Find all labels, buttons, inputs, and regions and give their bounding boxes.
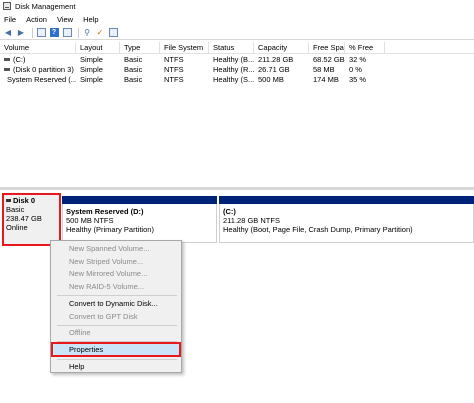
window-title: Disk Management xyxy=(15,1,76,11)
menu-convert-gpt[interactable]: Convert to GPT Disk xyxy=(69,312,138,322)
type-cell: Basic xyxy=(124,74,143,84)
menu-new-striped-volume[interactable]: New Striped Volume... xyxy=(69,257,143,267)
back-arrow-icon[interactable]: ◀ xyxy=(3,28,13,38)
menu-separator xyxy=(57,325,177,326)
volume-name: System Reserved (... xyxy=(7,74,76,84)
menu-view[interactable]: View xyxy=(57,15,73,24)
toolbar-separator xyxy=(78,27,79,38)
capacity-cell: 211.28 GB xyxy=(258,54,294,64)
partition-status: Healthy (Boot, Page File, Crash Dump, Pr… xyxy=(223,225,413,234)
volume-name: (Disk 0 partition 3) xyxy=(13,64,74,74)
status-cell: Healthy (S... xyxy=(213,74,254,84)
partition-label: (C:) xyxy=(223,207,236,216)
capacity-cell: 26.71 GB xyxy=(258,64,290,74)
volume-list-header: Volume Layout Type File System Status Ca… xyxy=(0,42,474,54)
menu-convert-dynamic[interactable]: Convert to Dynamic Disk... xyxy=(69,299,158,309)
partition-label: System Reserved (D:) xyxy=(66,207,144,216)
col-type[interactable]: Type xyxy=(120,42,160,53)
col-capacity[interactable]: Capacity xyxy=(254,42,309,53)
menu-action[interactable]: Action xyxy=(26,15,47,24)
volume-row[interactable]: (C:) Simple Basic NTFS Healthy (B... 211… xyxy=(0,54,474,64)
menu-bar: File Action View Help xyxy=(0,13,474,25)
volume-icon xyxy=(4,57,10,61)
volume-list: Volume Layout Type File System Status Ca… xyxy=(0,42,474,188)
col-status[interactable]: Status xyxy=(209,42,254,53)
volume-icon xyxy=(4,67,10,71)
title-bar: Disk Management xyxy=(0,0,474,12)
col-percent-free[interactable]: % Free xyxy=(345,42,385,53)
menu-separator xyxy=(57,295,177,296)
partition-bar xyxy=(62,196,217,204)
volume-row[interactable]: System Reserved (... Simple Basic NTFS H… xyxy=(0,74,474,84)
partition-size: 500 MB NTFS xyxy=(66,216,114,225)
menu-help[interactable]: Help xyxy=(83,15,98,24)
volume-name: (C:) xyxy=(13,54,26,64)
percent-cell: 35 % xyxy=(349,74,367,84)
graphic-view-icon[interactable] xyxy=(62,28,72,38)
fs-cell: NTFS xyxy=(164,74,184,84)
free-cell: 68.52 GB xyxy=(313,54,345,64)
layout-cell: Simple xyxy=(80,54,103,64)
menu-new-raid5-volume[interactable]: New RAID-5 Volume... xyxy=(69,282,144,292)
fs-cell: NTFS xyxy=(164,54,184,64)
properties-icon[interactable] xyxy=(108,28,118,38)
fs-cell: NTFS xyxy=(164,64,184,74)
menu-offline[interactable]: Offline xyxy=(69,328,91,338)
menu-new-mirrored-volume[interactable]: New Mirrored Volume... xyxy=(69,269,147,279)
status-cell: Healthy (B... xyxy=(213,54,254,64)
free-cell: 58 MB xyxy=(313,64,335,74)
volume-cell: (C:) xyxy=(0,54,76,64)
col-layout[interactable]: Layout xyxy=(76,42,120,53)
disk-management-icon xyxy=(3,2,11,10)
percent-cell: 0 % xyxy=(349,64,362,74)
volume-list-icon[interactable] xyxy=(36,28,46,38)
free-cell: 174 MB xyxy=(313,74,339,84)
checklist-icon[interactable]: ✓ xyxy=(95,28,105,38)
partition-bar xyxy=(219,196,474,204)
volume-row[interactable]: (Disk 0 partition 3) Simple Basic NTFS H… xyxy=(0,64,474,74)
partition-system-reserved[interactable]: System Reserved (D:) 500 MB NTFS Healthy… xyxy=(62,196,217,243)
menu-file[interactable]: File xyxy=(4,15,16,24)
percent-cell: 32 % xyxy=(349,54,367,64)
menu-separator xyxy=(57,359,177,360)
capacity-cell: 500 MB xyxy=(258,74,284,84)
forward-arrow-icon[interactable]: ▶ xyxy=(16,28,26,38)
help-icon[interactable]: ? xyxy=(49,28,59,38)
col-free-space[interactable]: Free Spa... xyxy=(309,42,345,53)
layout-cell: Simple xyxy=(80,64,103,74)
col-file-system[interactable]: File System xyxy=(160,42,209,53)
partition-status: Healthy (Primary Partition) xyxy=(66,225,154,234)
status-cell: Healthy (R... xyxy=(213,64,254,74)
partition-c[interactable]: (C:) 211.28 GB NTFS Healthy (Boot, Page … xyxy=(219,196,474,243)
disk-label-highlight xyxy=(2,193,61,246)
toolbar-separator xyxy=(32,27,33,38)
col-volume[interactable]: Volume xyxy=(0,42,76,53)
toolbar: ◀ ▶ ? ⚲ ✓ xyxy=(0,26,474,40)
key-icon[interactable]: ⚲ xyxy=(82,28,92,38)
partition-size: 211.28 GB NTFS xyxy=(223,216,280,225)
menu-help-item[interactable]: Help xyxy=(69,362,84,372)
volume-cell: System Reserved (... xyxy=(0,74,76,84)
menu-new-spanned-volume[interactable]: New Spanned Volume... xyxy=(69,244,149,254)
properties-highlight xyxy=(51,342,181,357)
type-cell: Basic xyxy=(124,64,143,74)
volume-cell: (Disk 0 partition 3) xyxy=(0,64,76,74)
layout-cell: Simple xyxy=(80,74,103,84)
type-cell: Basic xyxy=(124,54,143,64)
